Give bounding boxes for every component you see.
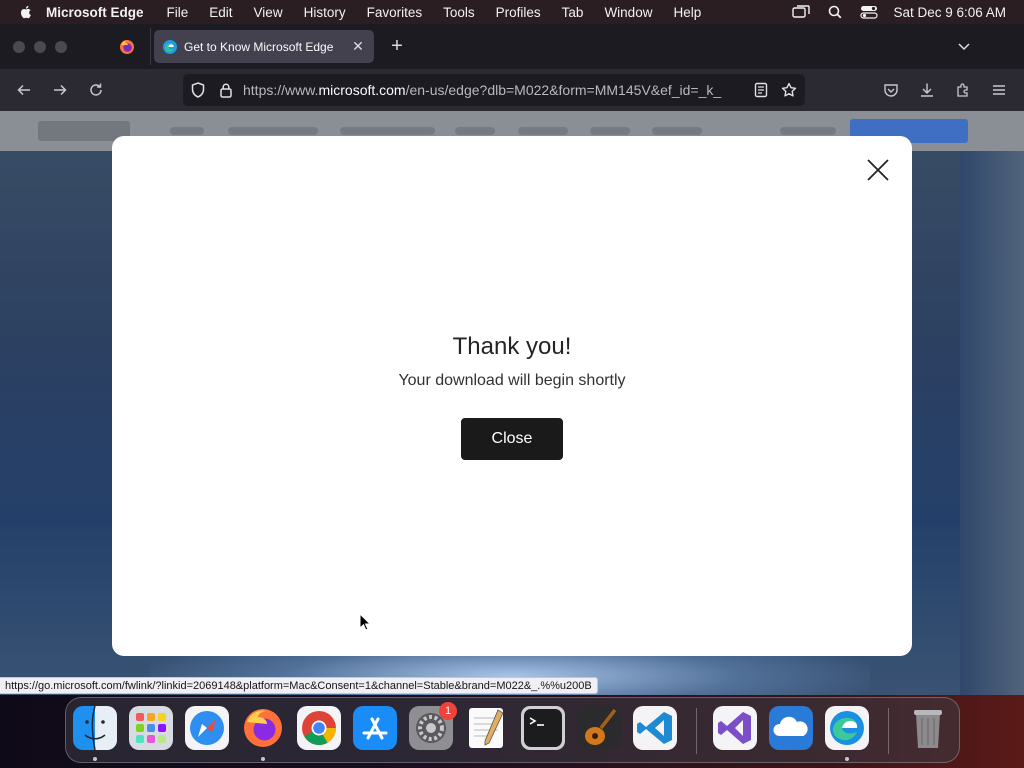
forward-button[interactable] — [50, 80, 70, 100]
blurred-nav-item — [228, 127, 318, 135]
menu-tools[interactable]: Tools — [443, 5, 475, 20]
menubar-clock[interactable]: Sat Dec 9 6:06 AM — [893, 5, 1006, 20]
close-icon[interactable] — [866, 158, 890, 182]
blurred-nav-item — [340, 127, 435, 135]
apple-menu-icon[interactable] — [18, 4, 34, 20]
system-settings-icon[interactable]: 1 — [409, 702, 457, 750]
thank-you-dialog: Thank you! Your download will begin shor… — [112, 136, 912, 656]
chrome-icon[interactable] — [297, 706, 341, 750]
active-tab-title: Get to Know Microsoft Edge — [184, 39, 334, 54]
dialog-title: Thank you! — [452, 333, 572, 360]
address-bar[interactable]: https://www.microsoft.com/en-us/edge?dlb… — [183, 74, 805, 106]
bookmark-star-icon[interactable] — [781, 82, 797, 98]
notification-badge: 1 — [439, 702, 457, 720]
hamburger-menu-icon — [993, 85, 1005, 95]
navigation-toolbar: https://www.microsoft.com/en-us/edge?dlb… — [0, 69, 1024, 111]
menu-tab[interactable]: Tab — [562, 5, 584, 20]
tab-get-to-know-edge[interactable]: Get to Know Microsoft Edge ✕ — [154, 30, 374, 63]
pinned-tab-firefox[interactable] — [108, 30, 146, 63]
reload-icon — [90, 83, 102, 96]
screen-mirroring-icon[interactable] — [791, 4, 811, 20]
firefox-icon[interactable] — [241, 706, 285, 750]
new-tab-button[interactable]: + — [387, 33, 407, 59]
url-prefix: https://www. — [243, 82, 319, 98]
lock-icon[interactable] — [218, 82, 234, 98]
reload-button[interactable] — [86, 80, 106, 100]
blurred-nav-item — [780, 127, 836, 135]
blurred-nav-item — [590, 127, 630, 135]
extensions-button[interactable] — [953, 80, 973, 100]
app-menu-button[interactable] — [989, 80, 1009, 100]
garageband-icon[interactable] — [577, 706, 621, 750]
menu-help[interactable]: Help — [673, 5, 701, 20]
menu-app-name[interactable]: Microsoft Edge — [46, 5, 144, 20]
safari-icon[interactable] — [185, 706, 229, 750]
puzzle-piece-icon — [957, 83, 968, 97]
pocket-icon — [884, 84, 898, 97]
blurred-nav-item — [652, 127, 702, 135]
dock-divider — [888, 708, 889, 754]
back-button[interactable] — [14, 80, 34, 100]
menu-favorites[interactable]: Favorites — [367, 5, 423, 20]
link-status-bar: https://go.microsoft.com/fwlink/?linkid=… — [0, 677, 598, 694]
finder-running-indicator — [93, 757, 97, 761]
minimize-window-button[interactable] — [34, 40, 46, 53]
url-path: /en-us/edge?dlb=M022&form=MM145V&ef_id=_… — [405, 82, 722, 98]
dialog-message: Your download will begin shortly — [398, 372, 626, 389]
downloads-button[interactable] — [917, 80, 937, 100]
arrow-left-icon — [17, 84, 30, 96]
download-icon — [921, 83, 933, 97]
firefox-running-indicator — [261, 757, 265, 761]
textedit-icon[interactable] — [465, 706, 509, 750]
chevron-down-icon[interactable] — [956, 38, 972, 54]
url-domain: microsoft.com — [318, 82, 406, 98]
edge-running-indicator — [845, 757, 849, 761]
menu-window[interactable]: Window — [604, 5, 652, 20]
edge-icon[interactable] — [825, 706, 869, 750]
arrow-right-icon — [54, 84, 67, 96]
terminal-icon[interactable] — [521, 706, 565, 750]
window-controls — [13, 40, 67, 53]
dock-divider — [696, 708, 697, 754]
blurred-nav-item — [518, 127, 568, 135]
tab-bar: Get to Know Microsoft Edge ✕ + — [0, 24, 1024, 69]
dock: 1 — [65, 697, 960, 763]
menu-file[interactable]: File — [167, 5, 189, 20]
spotlight-search-icon[interactable] — [825, 4, 845, 20]
blurred-side-panel — [960, 151, 1024, 695]
zoom-window-button[interactable] — [55, 40, 67, 53]
menu-profiles[interactable]: Profiles — [496, 5, 541, 20]
close-tab-icon[interactable]: ✕ — [350, 38, 366, 54]
firefox-icon — [120, 39, 134, 54]
reader-view-icon[interactable] — [753, 82, 769, 98]
visual-studio-icon[interactable] — [713, 706, 757, 750]
blurred-nav-item — [455, 127, 495, 135]
finder-icon[interactable] — [73, 706, 117, 750]
menu-bar: Microsoft Edge File Edit View History Fa… — [0, 0, 1024, 24]
tracking-protection-shield-icon[interactable] — [190, 82, 206, 98]
vscode-icon[interactable] — [633, 706, 677, 750]
pocket-button[interactable] — [881, 80, 901, 100]
edge-favicon-icon — [163, 39, 177, 54]
url-text: https://www.microsoft.com/en-us/edge?dlb… — [243, 82, 741, 98]
close-button[interactable]: Close — [461, 418, 563, 460]
tab-separator — [150, 28, 151, 65]
launchpad-icon[interactable] — [129, 706, 173, 750]
control-center-icon[interactable] — [859, 4, 879, 20]
onedrive-icon[interactable] — [769, 706, 813, 750]
menu-edit[interactable]: Edit — [209, 5, 232, 20]
menu-view[interactable]: View — [254, 5, 283, 20]
app-store-icon[interactable] — [353, 706, 397, 750]
close-window-button[interactable] — [13, 40, 25, 53]
mouse-pointer-icon — [359, 613, 371, 631]
trash-icon[interactable] — [906, 706, 950, 750]
menu-history[interactable]: History — [304, 5, 346, 20]
blurred-nav-item — [170, 127, 204, 135]
